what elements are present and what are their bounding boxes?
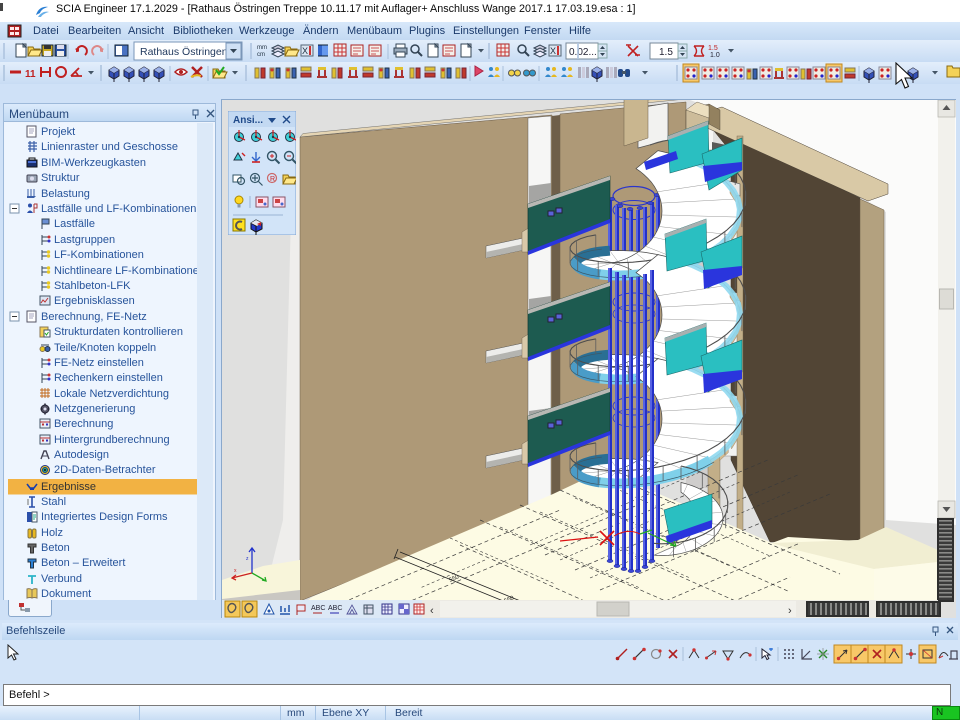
svg-text:BIM-Werkzeugkasten: BIM-Werkzeugkasten [41,157,146,169]
svg-text:Lastfälle: Lastfälle [54,218,95,230]
svg-text:Teile/Knoten koppeln: Teile/Knoten koppeln [54,342,156,354]
svg-text:Belastung: Belastung [41,188,90,200]
svg-text:ABC: ABC [328,605,342,612]
svg-text:Nichtlineare LF-Kombinationen: Nichtlineare LF-Kombinationen [54,265,200,277]
svg-text:Netzgenerierung: Netzgenerierung [54,403,135,415]
svg-text:Holz: Holz [41,527,63,539]
svg-text:Ergebnisse: Ergebnisse [41,481,96,493]
svg-text:Projekt: Projekt [41,126,75,138]
svg-text:Stahlbeton-LFK: Stahlbeton-LFK [54,280,131,292]
svg-text:1.5: 1.5 [708,45,718,52]
svg-text:Rechenkern einstellen: Rechenkern einstellen [54,372,163,384]
svg-text:Lastfälle und LF-Kombinationen: Lastfälle und LF-Kombinationen [41,203,196,215]
svg-text:1.5: 1.5 [659,47,673,58]
svg-text:Stahl: Stahl [41,496,66,508]
svg-text:LF-Kombinationen: LF-Kombinationen [54,249,144,261]
svg-text:2D-Daten-Betrachter: 2D-Daten-Betrachter [54,464,156,476]
svg-text:Autodesign: Autodesign [54,449,109,461]
svg-text:Lastgruppen: Lastgruppen [54,234,115,246]
svg-text:Verbund: Verbund [41,573,82,585]
svg-text:Linienraster und Geschosse: Linienraster und Geschosse [41,141,178,153]
svg-text:Ansi...: Ansi... [233,115,263,126]
svg-text:Hintergrundberechnung: Hintergrundberechnung [54,434,170,446]
svg-text:Strukturdaten kontrollieren: Strukturdaten kontrollieren [54,326,183,338]
svg-text:Dokument: Dokument [41,588,91,600]
svg-text:Berechnung: Berechnung [54,418,113,430]
svg-text:›: › [788,605,792,617]
svg-text:ABC: ABC [311,605,325,612]
svg-text:0.02...: 0.02... [569,47,597,58]
svg-text:1.0: 1.0 [710,52,720,59]
svg-text:FE-Netz einstellen: FE-Netz einstellen [54,357,144,369]
svg-text:Lokale Netzverdichtung: Lokale Netzverdichtung [54,388,169,400]
svg-text:Struktur: Struktur [41,172,80,184]
svg-text:Integriertes Design Forms: Integriertes Design Forms [41,511,168,523]
svg-text:Berechnung, FE-Netz: Berechnung, FE-Netz [41,311,147,323]
svg-text:11: 11 [25,69,36,80]
svg-text:Beton: Beton [41,542,70,554]
svg-text:Ergebnisklassen: Ergebnisklassen [54,295,135,307]
svg-text:Beton – Erweitert: Beton – Erweitert [41,557,125,569]
svg-text:Rathaus Östringen: Rathaus Östringen [140,46,228,58]
svg-text:‹: ‹ [430,605,434,617]
